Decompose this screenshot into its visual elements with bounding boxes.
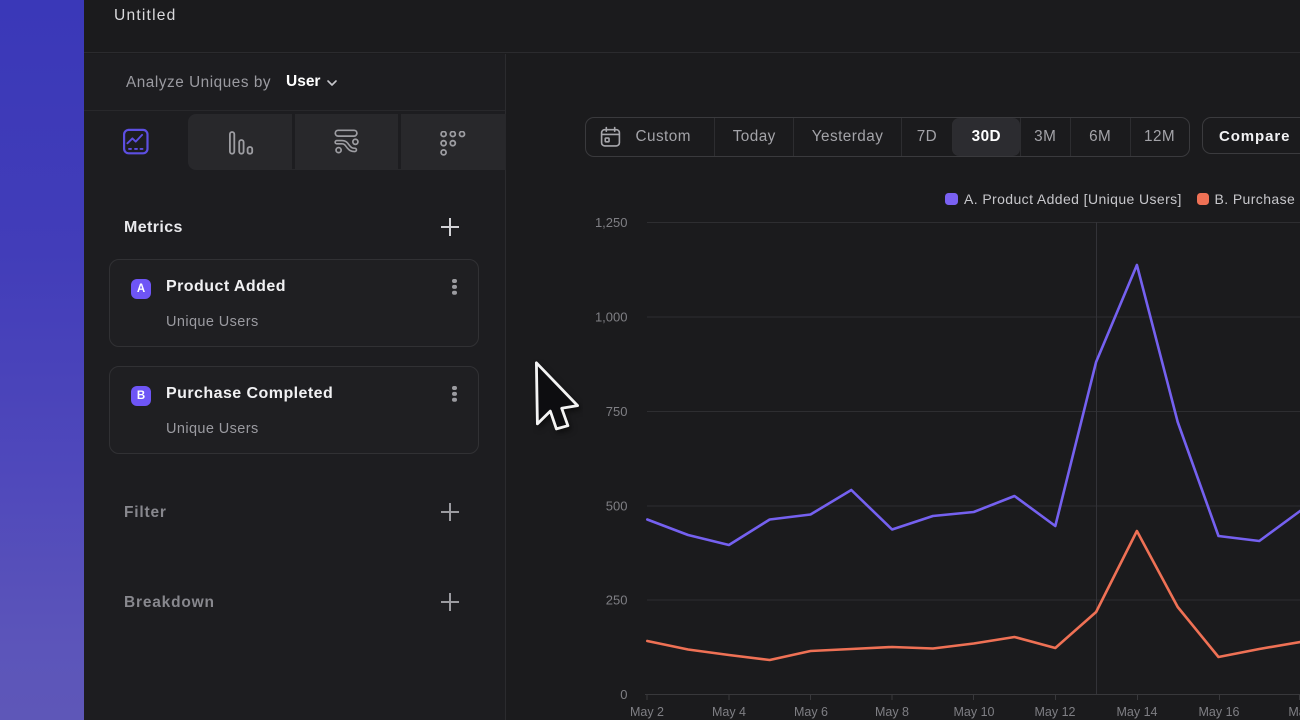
- svg-text:May 2: May 2: [630, 705, 664, 719]
- svg-text:May 4: May 4: [712, 705, 746, 719]
- svg-text:0: 0: [620, 687, 627, 702]
- svg-text:May 8: May 8: [875, 705, 909, 719]
- svg-text:750: 750: [606, 404, 628, 419]
- svg-text:Ma: Ma: [1288, 705, 1300, 719]
- svg-text:250: 250: [606, 593, 628, 608]
- svg-text:May 12: May 12: [1035, 705, 1076, 719]
- svg-text:May 6: May 6: [794, 705, 828, 719]
- svg-text:500: 500: [606, 499, 628, 514]
- svg-text:May 16: May 16: [1199, 705, 1240, 719]
- svg-text:May 10: May 10: [954, 705, 995, 719]
- svg-text:1,250: 1,250: [595, 215, 628, 230]
- svg-text:May 14: May 14: [1117, 705, 1158, 719]
- svg-text:1,000: 1,000: [595, 310, 628, 325]
